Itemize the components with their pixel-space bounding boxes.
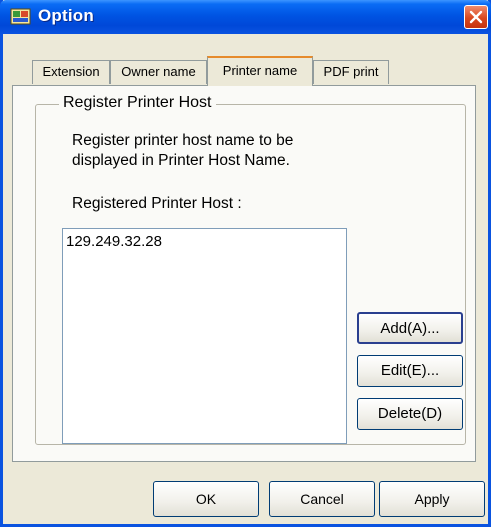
printer-host-listbox[interactable]: 129.249.32.28 bbox=[62, 228, 347, 444]
tab-printer-name[interactable]: Printer name bbox=[207, 56, 313, 86]
tab-owner-name[interactable]: Owner name bbox=[110, 60, 207, 84]
option-dialog: Option Extension Owner name Printer name… bbox=[0, 0, 491, 527]
cancel-button[interactable]: Cancel bbox=[269, 481, 375, 517]
delete-button[interactable]: Delete(D) bbox=[357, 398, 463, 430]
list-item[interactable]: 129.249.32.28 bbox=[66, 233, 162, 250]
close-button[interactable] bbox=[464, 5, 488, 29]
group-title: Register Printer Host bbox=[59, 94, 216, 112]
ok-button[interactable]: OK bbox=[153, 481, 259, 517]
description-line: displayed in Printer Host Name. bbox=[72, 152, 290, 169]
app-icon bbox=[10, 7, 32, 26]
list-label: Registered Printer Host : bbox=[72, 195, 242, 212]
description-line: Register printer host name to be bbox=[72, 132, 294, 149]
tab-extension[interactable]: Extension bbox=[32, 60, 110, 84]
tab-label: Extension bbox=[42, 64, 100, 79]
group-description: Register printer host name to be display… bbox=[72, 131, 293, 171]
tab-pdf-print[interactable]: PDF print bbox=[313, 60, 389, 84]
edit-button[interactable]: Edit(E)... bbox=[357, 355, 463, 387]
tab-label: PDF print bbox=[323, 64, 379, 79]
title-bar[interactable]: Option bbox=[0, 0, 491, 34]
tab-label: Owner name bbox=[121, 64, 196, 79]
add-button[interactable]: Add(A)... bbox=[357, 312, 463, 344]
window-title: Option bbox=[38, 6, 94, 25]
apply-button[interactable]: Apply bbox=[379, 481, 485, 517]
tab-label: Printer name bbox=[222, 63, 298, 78]
close-icon bbox=[469, 10, 483, 24]
